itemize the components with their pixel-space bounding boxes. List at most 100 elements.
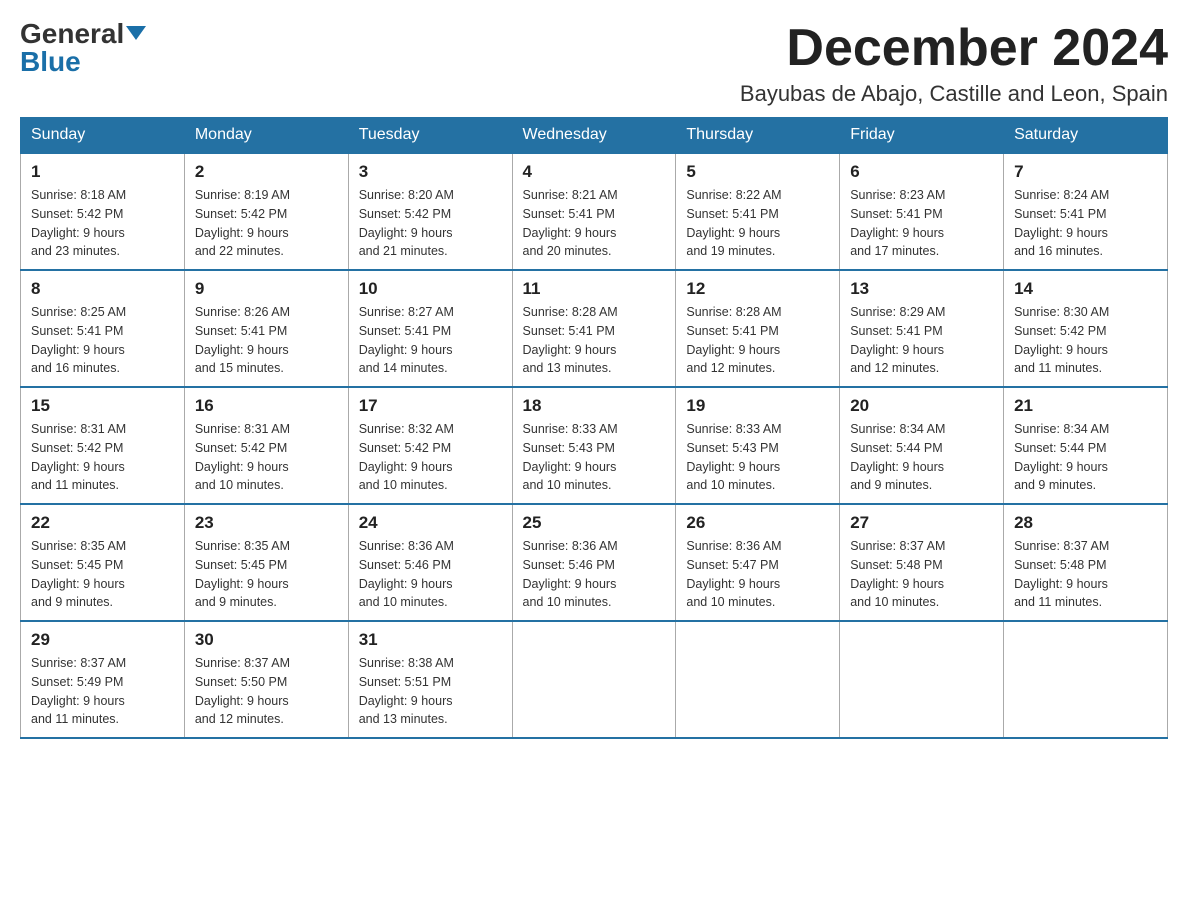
table-row: 13 Sunrise: 8:29 AM Sunset: 5:41 PM Dayl… — [840, 270, 1004, 387]
table-row — [676, 621, 840, 738]
day-info: Sunrise: 8:26 AM Sunset: 5:41 PM Dayligh… — [195, 305, 290, 375]
day-info: Sunrise: 8:27 AM Sunset: 5:41 PM Dayligh… — [359, 305, 454, 375]
day-info: Sunrise: 8:18 AM Sunset: 5:42 PM Dayligh… — [31, 188, 126, 258]
day-number: 13 — [850, 279, 993, 299]
table-row: 24 Sunrise: 8:36 AM Sunset: 5:46 PM Dayl… — [348, 504, 512, 621]
day-number: 22 — [31, 513, 174, 533]
day-info: Sunrise: 8:21 AM Sunset: 5:41 PM Dayligh… — [523, 188, 618, 258]
table-row: 28 Sunrise: 8:37 AM Sunset: 5:48 PM Dayl… — [1004, 504, 1168, 621]
day-info: Sunrise: 8:36 AM Sunset: 5:47 PM Dayligh… — [686, 539, 781, 609]
table-row: 5 Sunrise: 8:22 AM Sunset: 5:41 PM Dayli… — [676, 153, 840, 270]
table-row: 21 Sunrise: 8:34 AM Sunset: 5:44 PM Dayl… — [1004, 387, 1168, 504]
day-number: 18 — [523, 396, 666, 416]
table-row: 30 Sunrise: 8:37 AM Sunset: 5:50 PM Dayl… — [184, 621, 348, 738]
day-info: Sunrise: 8:37 AM Sunset: 5:50 PM Dayligh… — [195, 656, 290, 726]
logo-text: General — [20, 20, 146, 48]
day-info: Sunrise: 8:28 AM Sunset: 5:41 PM Dayligh… — [686, 305, 781, 375]
table-row: 2 Sunrise: 8:19 AM Sunset: 5:42 PM Dayli… — [184, 153, 348, 270]
logo-triangle-icon — [126, 26, 146, 40]
table-row: 23 Sunrise: 8:35 AM Sunset: 5:45 PM Dayl… — [184, 504, 348, 621]
calendar-week-row: 29 Sunrise: 8:37 AM Sunset: 5:49 PM Dayl… — [21, 621, 1168, 738]
day-info: Sunrise: 8:37 AM Sunset: 5:48 PM Dayligh… — [850, 539, 945, 609]
table-row: 3 Sunrise: 8:20 AM Sunset: 5:42 PM Dayli… — [348, 153, 512, 270]
table-row: 7 Sunrise: 8:24 AM Sunset: 5:41 PM Dayli… — [1004, 153, 1168, 270]
table-row: 17 Sunrise: 8:32 AM Sunset: 5:42 PM Dayl… — [348, 387, 512, 504]
table-row: 27 Sunrise: 8:37 AM Sunset: 5:48 PM Dayl… — [840, 504, 1004, 621]
day-info: Sunrise: 8:38 AM Sunset: 5:51 PM Dayligh… — [359, 656, 454, 726]
day-info: Sunrise: 8:32 AM Sunset: 5:42 PM Dayligh… — [359, 422, 454, 492]
day-info: Sunrise: 8:37 AM Sunset: 5:48 PM Dayligh… — [1014, 539, 1109, 609]
day-number: 9 — [195, 279, 338, 299]
table-row: 16 Sunrise: 8:31 AM Sunset: 5:42 PM Dayl… — [184, 387, 348, 504]
table-row: 10 Sunrise: 8:27 AM Sunset: 5:41 PM Dayl… — [348, 270, 512, 387]
table-row: 22 Sunrise: 8:35 AM Sunset: 5:45 PM Dayl… — [21, 504, 185, 621]
day-info: Sunrise: 8:36 AM Sunset: 5:46 PM Dayligh… — [359, 539, 454, 609]
day-number: 11 — [523, 279, 666, 299]
table-row: 8 Sunrise: 8:25 AM Sunset: 5:41 PM Dayli… — [21, 270, 185, 387]
day-number: 4 — [523, 162, 666, 182]
table-row: 25 Sunrise: 8:36 AM Sunset: 5:46 PM Dayl… — [512, 504, 676, 621]
day-number: 6 — [850, 162, 993, 182]
day-number: 8 — [31, 279, 174, 299]
calendar-week-row: 15 Sunrise: 8:31 AM Sunset: 5:42 PM Dayl… — [21, 387, 1168, 504]
day-info: Sunrise: 8:22 AM Sunset: 5:41 PM Dayligh… — [686, 188, 781, 258]
calendar-header-row: Sunday Monday Tuesday Wednesday Thursday… — [21, 118, 1168, 154]
table-row: 19 Sunrise: 8:33 AM Sunset: 5:43 PM Dayl… — [676, 387, 840, 504]
day-number: 3 — [359, 162, 502, 182]
col-monday: Monday — [184, 118, 348, 154]
calendar-week-row: 1 Sunrise: 8:18 AM Sunset: 5:42 PM Dayli… — [21, 153, 1168, 270]
day-number: 1 — [31, 162, 174, 182]
day-number: 2 — [195, 162, 338, 182]
day-info: Sunrise: 8:30 AM Sunset: 5:42 PM Dayligh… — [1014, 305, 1109, 375]
col-thursday: Thursday — [676, 118, 840, 154]
day-number: 21 — [1014, 396, 1157, 416]
location-title: Bayubas de Abajo, Castille and Leon, Spa… — [740, 81, 1168, 107]
day-number: 24 — [359, 513, 502, 533]
table-row — [1004, 621, 1168, 738]
day-number: 7 — [1014, 162, 1157, 182]
day-number: 19 — [686, 396, 829, 416]
day-number: 29 — [31, 630, 174, 650]
table-row: 29 Sunrise: 8:37 AM Sunset: 5:49 PM Dayl… — [21, 621, 185, 738]
table-row: 14 Sunrise: 8:30 AM Sunset: 5:42 PM Dayl… — [1004, 270, 1168, 387]
table-row: 15 Sunrise: 8:31 AM Sunset: 5:42 PM Dayl… — [21, 387, 185, 504]
table-row: 9 Sunrise: 8:26 AM Sunset: 5:41 PM Dayli… — [184, 270, 348, 387]
day-number: 28 — [1014, 513, 1157, 533]
day-info: Sunrise: 8:33 AM Sunset: 5:43 PM Dayligh… — [686, 422, 781, 492]
table-row: 20 Sunrise: 8:34 AM Sunset: 5:44 PM Dayl… — [840, 387, 1004, 504]
col-tuesday: Tuesday — [348, 118, 512, 154]
day-info: Sunrise: 8:24 AM Sunset: 5:41 PM Dayligh… — [1014, 188, 1109, 258]
day-info: Sunrise: 8:34 AM Sunset: 5:44 PM Dayligh… — [1014, 422, 1109, 492]
day-number: 31 — [359, 630, 502, 650]
table-row: 1 Sunrise: 8:18 AM Sunset: 5:42 PM Dayli… — [21, 153, 185, 270]
table-row: 26 Sunrise: 8:36 AM Sunset: 5:47 PM Dayl… — [676, 504, 840, 621]
day-number: 16 — [195, 396, 338, 416]
day-info: Sunrise: 8:36 AM Sunset: 5:46 PM Dayligh… — [523, 539, 618, 609]
title-section: December 2024 Bayubas de Abajo, Castille… — [740, 20, 1168, 107]
page-header: General Blue December 2024 Bayubas de Ab… — [20, 20, 1168, 107]
day-number: 12 — [686, 279, 829, 299]
day-info: Sunrise: 8:23 AM Sunset: 5:41 PM Dayligh… — [850, 188, 945, 258]
day-info: Sunrise: 8:19 AM Sunset: 5:42 PM Dayligh… — [195, 188, 290, 258]
col-friday: Friday — [840, 118, 1004, 154]
day-info: Sunrise: 8:28 AM Sunset: 5:41 PM Dayligh… — [523, 305, 618, 375]
table-row: 4 Sunrise: 8:21 AM Sunset: 5:41 PM Dayli… — [512, 153, 676, 270]
table-row — [512, 621, 676, 738]
table-row: 18 Sunrise: 8:33 AM Sunset: 5:43 PM Dayl… — [512, 387, 676, 504]
month-title: December 2024 — [740, 20, 1168, 77]
logo-blue: Blue — [20, 48, 81, 76]
day-number: 30 — [195, 630, 338, 650]
day-number: 20 — [850, 396, 993, 416]
day-number: 15 — [31, 396, 174, 416]
table-row — [840, 621, 1004, 738]
col-sunday: Sunday — [21, 118, 185, 154]
day-info: Sunrise: 8:29 AM Sunset: 5:41 PM Dayligh… — [850, 305, 945, 375]
day-info: Sunrise: 8:31 AM Sunset: 5:42 PM Dayligh… — [195, 422, 290, 492]
calendar-table: Sunday Monday Tuesday Wednesday Thursday… — [20, 117, 1168, 739]
day-number: 5 — [686, 162, 829, 182]
day-number: 17 — [359, 396, 502, 416]
day-number: 14 — [1014, 279, 1157, 299]
logo-general: General — [20, 18, 146, 49]
day-info: Sunrise: 8:20 AM Sunset: 5:42 PM Dayligh… — [359, 188, 454, 258]
day-number: 26 — [686, 513, 829, 533]
